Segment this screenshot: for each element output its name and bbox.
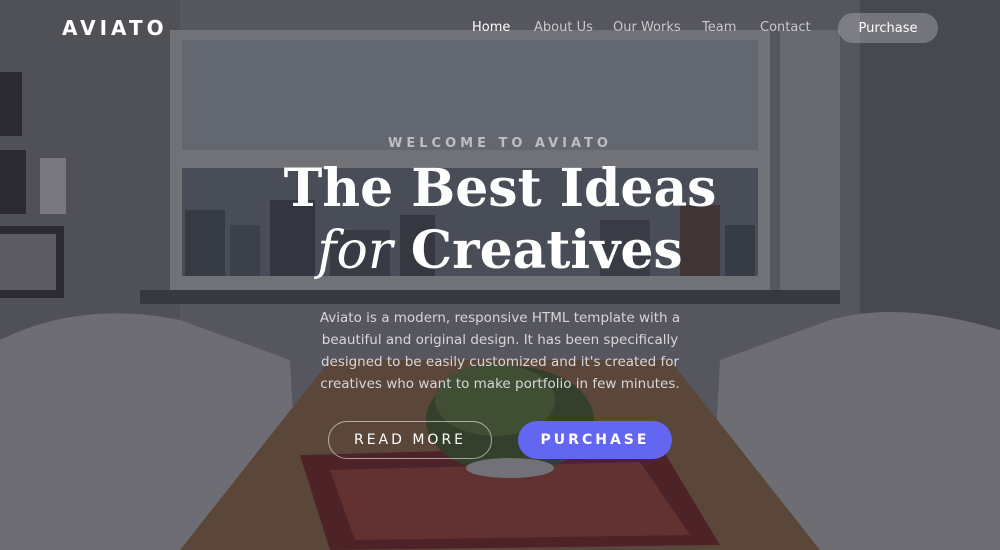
nav-link-about-us[interactable]: About Us <box>534 20 593 35</box>
hero-purchase-button[interactable]: PURCHASE <box>518 421 672 459</box>
headline-line-2: for Creatives <box>0 220 1000 282</box>
hero-eyebrow: WELCOME TO AVIATO <box>388 136 612 151</box>
read-more-button[interactable]: READ MORE <box>328 421 492 459</box>
headline-creatives: Creatives <box>410 220 683 281</box>
nav-link-contact[interactable]: Contact <box>760 20 811 35</box>
hero-headline: The Best Ideas for Creatives <box>0 158 1000 282</box>
hero-section: AVIATO Home About Us Our Works Team Cont… <box>0 0 1000 550</box>
headline-for: for <box>317 221 393 281</box>
nav-purchase-button[interactable]: Purchase <box>838 13 938 43</box>
nav-link-home[interactable]: Home <box>472 20 510 35</box>
nav-link-team[interactable]: Team <box>702 20 736 35</box>
hero-description: Aviato is a modern, responsive HTML temp… <box>319 310 681 392</box>
headline-line-1: The Best Ideas <box>283 158 717 219</box>
nav-link-our-works[interactable]: Our Works <box>613 20 681 35</box>
